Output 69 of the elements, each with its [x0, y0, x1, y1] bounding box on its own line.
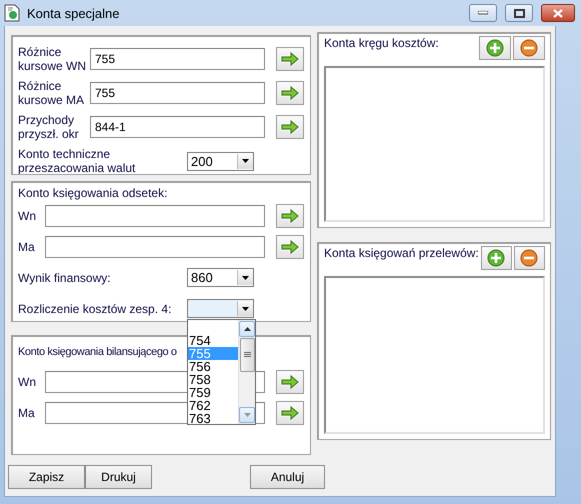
caret-icon [242, 306, 249, 310]
input-field[interactable]: 755 [90, 48, 265, 70]
close-button[interactable] [541, 4, 575, 22]
dropdown[interactable]: 860 [187, 268, 254, 287]
plus-icon [487, 249, 506, 267]
dropdown-option[interactable]: 758 [188, 373, 238, 386]
panel-title: Konto księgowania odsetek: [18, 186, 168, 200]
dropdown-option[interactable]: 756 [188, 360, 238, 373]
minimize-icon [478, 11, 488, 15]
add-button[interactable] [480, 246, 512, 270]
caret-icon [242, 159, 249, 163]
window-title: Konta specjalne [27, 6, 121, 20]
panel-title: Konta kręgu kosztów: [324, 36, 440, 50]
field-label: Ma [18, 406, 36, 420]
dialog-button[interactable]: Anuluj [250, 465, 325, 489]
list-box[interactable] [324, 66, 545, 222]
input-field[interactable]: 755 [90, 82, 265, 104]
dropdown-option[interactable]: 759 [188, 386, 238, 399]
field-label: Konto techniczne przeszacowania walut [18, 147, 136, 175]
maximize-button[interactable] [505, 4, 533, 22]
arrow-right-icon [281, 374, 299, 388]
panel-title: Konto księgowania bilansującego o [18, 346, 177, 358]
document-icon [4, 4, 21, 22]
select-button[interactable] [276, 370, 304, 394]
input-field[interactable] [45, 236, 265, 258]
dropdown-option[interactable]: 762 [188, 399, 238, 412]
caret-icon [242, 276, 249, 280]
arrow-right-icon [281, 208, 299, 222]
panel-title: Konta księgowań przelewów: [324, 246, 479, 260]
input-field[interactable]: 844-1 [90, 116, 265, 138]
select-button[interactable] [276, 47, 304, 71]
dialog-button[interactable]: Drukuj [85, 465, 152, 489]
arrow-right-icon [281, 52, 299, 66]
select-button[interactable] [276, 400, 304, 424]
select-button[interactable] [276, 115, 304, 139]
field-label: Ma [18, 240, 36, 254]
arrow-right-icon [281, 120, 299, 134]
maximize-icon [514, 8, 524, 18]
plus-icon [486, 39, 504, 57]
select-button[interactable] [276, 81, 304, 105]
dialog-button[interactable]: Zapisz [8, 465, 85, 489]
arrow-right-icon [281, 240, 299, 254]
list-box[interactable] [324, 276, 545, 434]
arrow-right-icon [281, 406, 299, 420]
field-label: Wn [18, 208, 37, 222]
field-label: Różnice kursowe WN [18, 45, 88, 73]
dropdown-option[interactable]: 754 [188, 334, 238, 347]
select-button[interactable] [276, 204, 304, 228]
select-button[interactable] [276, 234, 304, 258]
minus-icon [520, 39, 538, 57]
add-button[interactable] [479, 36, 511, 60]
remove-button[interactable] [513, 36, 545, 60]
field-label: Wynik finansowy: [18, 270, 112, 284]
dropdown-option[interactable]: 763 [188, 412, 238, 425]
input-field[interactable] [45, 204, 265, 226]
close-icon [553, 8, 563, 18]
dropdown[interactable]: 200 [187, 152, 254, 170]
up-arrow-icon [244, 327, 250, 331]
grip-icon [244, 352, 250, 358]
down-arrow-icon [244, 413, 250, 417]
arrow-right-icon [281, 86, 299, 100]
field-label: Rozliczenie kosztów zesp. 4: [18, 302, 172, 316]
field-label: Różnice kursowe MA [18, 79, 86, 107]
remove-button[interactable] [514, 246, 545, 270]
field-label: Przychody przyszł. okr [18, 113, 80, 141]
minus-icon [520, 249, 538, 267]
field-label: Wn [18, 374, 37, 388]
scrollbar[interactable] [238, 320, 255, 424]
minimize-button[interactable] [469, 4, 497, 22]
